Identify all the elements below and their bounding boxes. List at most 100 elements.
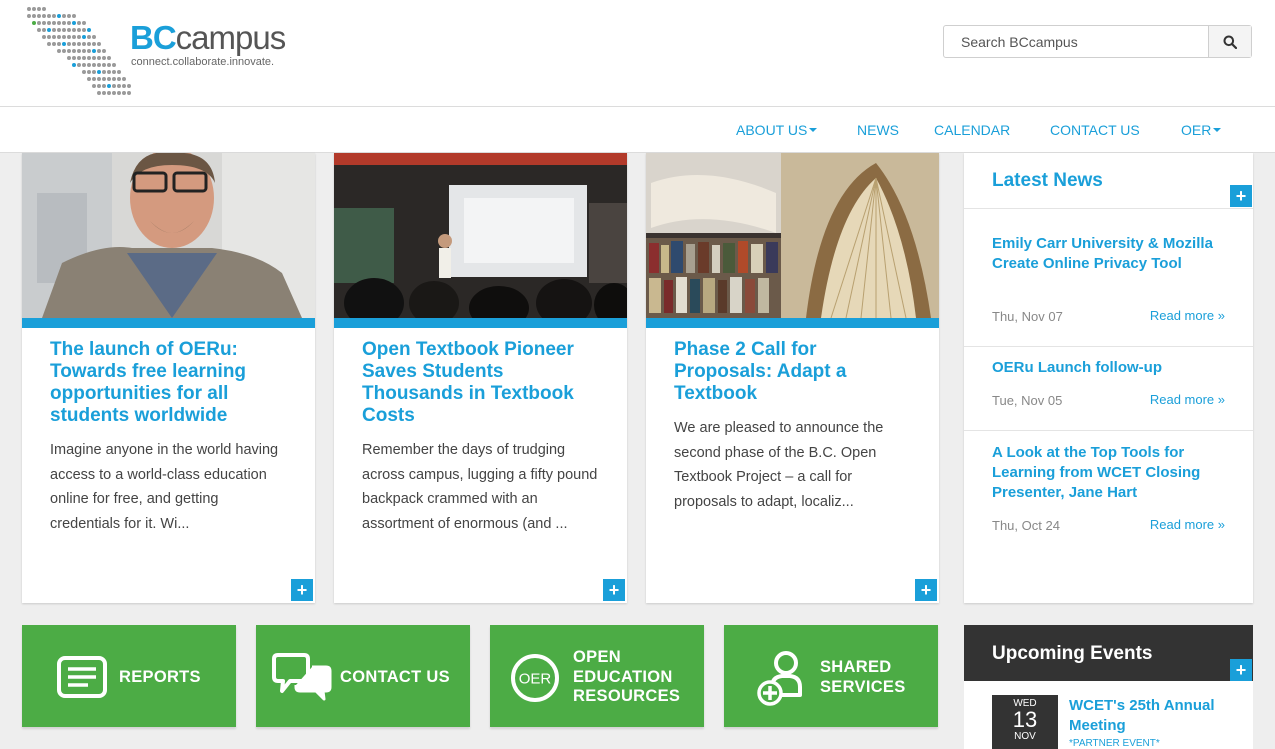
logo-dot <box>82 42 86 46</box>
tile-label-line: EDUCATION <box>573 667 673 686</box>
logo-dot <box>37 21 41 25</box>
logo-dot <box>117 91 121 95</box>
logo-dot <box>82 56 86 60</box>
nav-item-contact-us[interactable]: CONTACT US <box>1050 122 1140 138</box>
tile-reports[interactable]: REPORTS <box>22 625 236 727</box>
news-item-title[interactable]: Emily Carr University & Mozilla Create O… <box>992 234 1232 274</box>
nav-item-label: CONTACT US <box>1050 122 1140 138</box>
tile-label: OPEN EDUCATION RESOURCES <box>573 648 680 707</box>
feature-card: The launch of OERu: Towards free learnin… <box>22 153 315 603</box>
logo-dot <box>42 21 46 25</box>
logo-dot <box>57 14 61 18</box>
logo-dot <box>52 42 56 46</box>
logo-dot <box>107 56 111 60</box>
logo-dot <box>87 70 91 74</box>
card-image[interactable] <box>22 153 315 318</box>
logo-dot <box>112 77 116 81</box>
expand-plus-icon[interactable]: + <box>1230 659 1252 681</box>
logo-dot <box>77 35 81 39</box>
logo-wordmark-bc: BC <box>130 19 177 56</box>
logo-dot <box>42 14 46 18</box>
event-day: 13 <box>1012 707 1038 732</box>
search-input[interactable] <box>944 26 1208 57</box>
logo-dot <box>57 49 61 53</box>
read-more-link[interactable]: Read more » <box>1150 517 1225 532</box>
logo-dot <box>52 35 56 39</box>
expand-plus-icon[interactable]: + <box>291 579 313 601</box>
logo-dot <box>92 70 96 74</box>
logo-dot <box>82 49 86 53</box>
logo-dot <box>77 49 81 53</box>
logo-dot <box>32 21 36 25</box>
logo-dot <box>97 91 101 95</box>
news-item-title[interactable]: A Look at the Top Tools for Learning fro… <box>992 443 1232 503</box>
nav-item-calendar[interactable]: CALENDAR <box>934 122 1010 138</box>
card-image[interactable] <box>646 153 939 318</box>
expand-plus-icon[interactable]: + <box>915 579 937 601</box>
logo-dot <box>102 91 106 95</box>
logo-dot <box>82 28 86 32</box>
nav-item-news[interactable]: NEWS <box>857 122 899 138</box>
news-item-title[interactable]: OERu Launch follow-up <box>992 358 1232 378</box>
logo-dot <box>57 35 61 39</box>
logo-dot <box>92 84 96 88</box>
read-more-link[interactable]: Read more » <box>1150 308 1225 323</box>
logo-dot <box>77 63 81 67</box>
card-title[interactable]: Open Textbook Pioneer Saves Students Tho… <box>334 328 627 427</box>
upcoming-events-header: Upcoming Events + <box>964 625 1253 681</box>
caret-down-icon <box>1213 128 1222 133</box>
logo-dot <box>27 7 31 11</box>
nav-item-oer[interactable]: OER <box>1181 122 1222 138</box>
logo-dot <box>107 70 111 74</box>
expand-plus-icon[interactable]: + <box>603 579 625 601</box>
event-month: NOV <box>1014 731 1036 742</box>
logo-dot <box>122 77 126 81</box>
card-accent-bar <box>334 318 627 328</box>
tile-label: REPORTS <box>119 668 201 688</box>
logo-dot <box>32 7 36 11</box>
tile-contact-us[interactable]: CONTACT US <box>256 625 470 727</box>
logo-dot <box>72 14 76 18</box>
logo-dot <box>122 84 126 88</box>
logo-dot <box>37 14 41 18</box>
card-title[interactable]: Phase 2 Call for Proposals: Adapt a Text… <box>646 328 939 405</box>
logo-dot <box>72 42 76 46</box>
lecture-photo-icon <box>334 153 627 318</box>
logo-dot <box>87 28 91 32</box>
logo-dot <box>102 77 106 81</box>
card-excerpt: Remember the days of trudging across cam… <box>362 442 598 532</box>
card-image[interactable] <box>334 153 627 318</box>
tile-open-education-resources[interactable]: OER OPEN EDUCATION RESOURCES <box>490 625 704 727</box>
card-title[interactable]: The launch of OERu: Towards free learnin… <box>22 328 315 427</box>
feature-card: Open Textbook Pioneer Saves Students Tho… <box>334 153 627 603</box>
logo-wordmark: BCcampus <box>130 19 286 56</box>
user-add-icon <box>757 651 802 706</box>
tile-shared-services[interactable]: SHARED SERVICES <box>724 625 938 727</box>
logo-dot <box>72 35 76 39</box>
tile-label-line: SHARED <box>820 658 892 676</box>
logo-dot <box>47 14 51 18</box>
news-item-date: Tue, Nov 05 <box>992 393 1063 408</box>
read-more-link[interactable]: Read more » <box>1150 392 1225 407</box>
nav-item-label: OER <box>1181 122 1212 138</box>
logo-dot <box>87 63 91 67</box>
latest-news-panel: Latest News + Emily Carr University & Mo… <box>964 153 1253 603</box>
event-title[interactable]: WCET's 25th Annual Meeting <box>1069 696 1239 736</box>
news-item-date: Thu, Oct 24 <box>992 518 1060 533</box>
card-excerpt: Imagine anyone in the world having acces… <box>50 442 279 532</box>
logo-dot <box>82 35 86 39</box>
logo-dot <box>47 21 51 25</box>
site-logo[interactable]: BCcampus connect.collaborate.innovate. <box>130 19 286 69</box>
logo-dot <box>92 42 96 46</box>
logo-dot <box>112 84 116 88</box>
logo-dot <box>62 14 66 18</box>
expand-plus-icon[interactable]: + <box>1230 185 1252 207</box>
search-button[interactable] <box>1208 26 1251 57</box>
nav-item-about-us[interactable]: ABOUT US <box>736 122 818 138</box>
tile-label-line: RESOURCES <box>573 687 681 705</box>
logo-dot <box>57 21 61 25</box>
logo-dot <box>92 63 96 67</box>
logo-dot <box>97 42 101 46</box>
upcoming-events-title: Upcoming Events <box>992 643 1153 664</box>
bc-map-dots-logo-icon[interactable] <box>26 6 136 104</box>
